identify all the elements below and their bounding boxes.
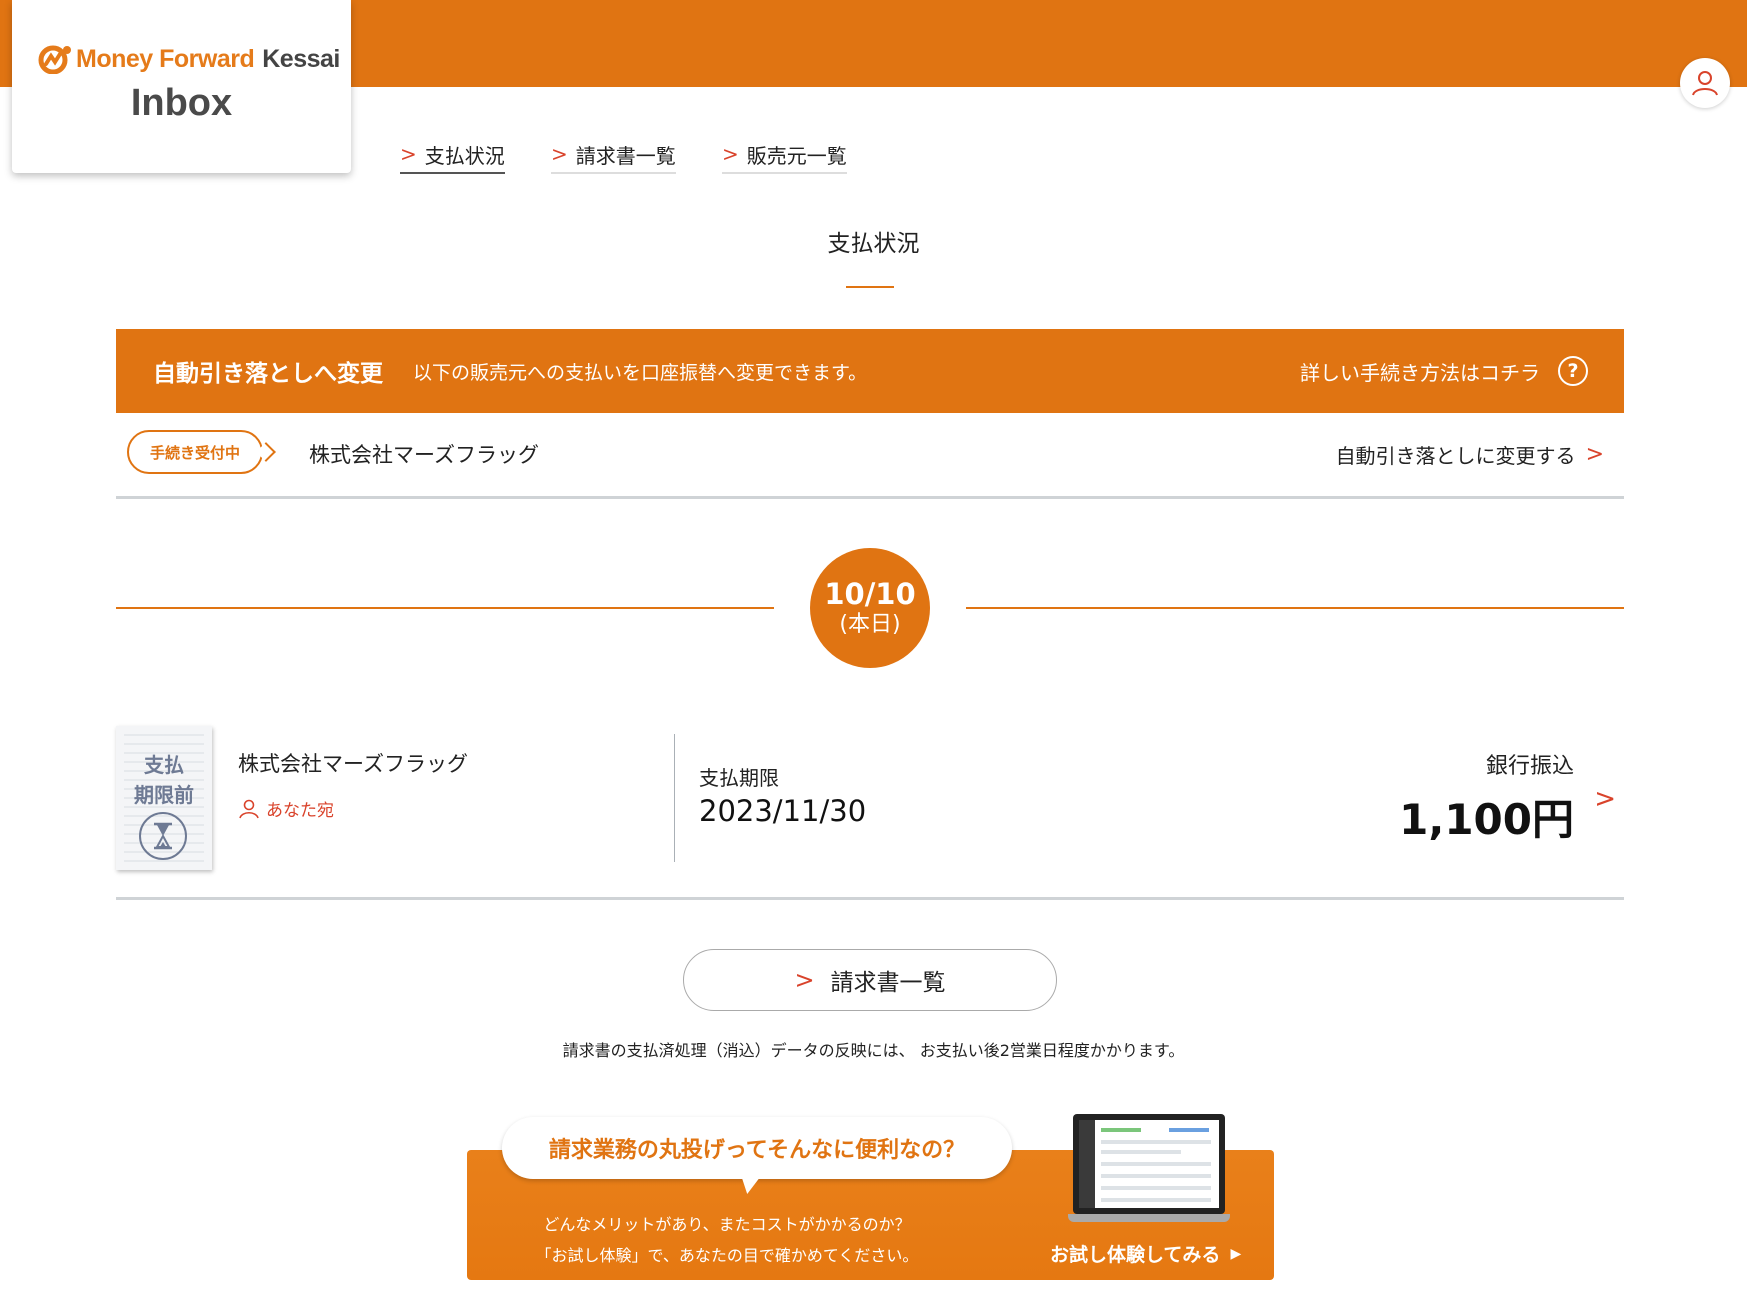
laptop-base xyxy=(1068,1214,1230,1222)
preview-row xyxy=(1101,1174,1211,1178)
brand-money-forward: Money Forward xyxy=(76,44,255,73)
laptop-screen xyxy=(1073,1114,1225,1214)
addressee-label: あなた宛 xyxy=(266,801,334,821)
app-preview-sidebar xyxy=(1079,1120,1095,1208)
banner-description: 以下の販売元への支払いを口座振替へ変更できます。 xyxy=(413,361,868,384)
play-triangle-icon: ▶ xyxy=(1230,1245,1242,1262)
thumbnail-status-line1: 支払 xyxy=(144,753,184,777)
user-menu-button[interactable] xyxy=(1680,58,1730,108)
payment-method: 銀行振込 xyxy=(1485,754,1574,779)
question-circle-icon: ? xyxy=(1558,356,1588,386)
due-date-label: 支払期限 xyxy=(699,766,779,790)
chevron-right-icon: > xyxy=(400,142,417,166)
merchant-name: 株式会社マーズフラッグ xyxy=(309,443,539,467)
money-forward-logo-icon xyxy=(38,45,71,74)
chevron-right-icon: > xyxy=(794,966,815,994)
try-trial-label: お試し体験してみる xyxy=(1050,1244,1221,1266)
person-icon xyxy=(239,799,259,818)
invoice-row[interactable]: 支払 期限前 株式会社マーズフラッグ あなた宛 支払期限 2023/11/30 … xyxy=(116,718,1624,900)
badge-arrow xyxy=(256,442,276,462)
product-name: Inbox xyxy=(130,82,233,124)
chevron-right-icon: > xyxy=(1585,442,1604,467)
today-label: (本日) xyxy=(839,611,901,637)
timeline-line-left xyxy=(116,607,774,609)
preview-row xyxy=(1169,1128,1209,1132)
promo-line-1: どんなメリットがあり、またコストがかかるのか？ xyxy=(543,1215,911,1234)
user-icon xyxy=(1692,71,1718,96)
chevron-right-icon: > xyxy=(1594,784,1616,814)
invoice-merchant-name: 株式会社マーズフラッグ xyxy=(238,752,468,776)
nav-tab-label: 支払状況 xyxy=(424,143,505,168)
preview-row xyxy=(1101,1150,1181,1154)
hourglass-icon xyxy=(139,812,187,860)
procedure-help-link[interactable]: 詳しい手続き方法はコチラ ? xyxy=(1300,329,1588,413)
invoice-list-button[interactable]: > 請求書一覧 xyxy=(683,949,1057,1011)
invoice-list-button-label: 請求書一覧 xyxy=(830,970,946,996)
invoice-amount: 1,100円 xyxy=(1399,795,1574,844)
reconciliation-note: 請求書の支払済処理（消込）データの反映には、 お支払い後2営業日程度かかります。 xyxy=(562,1041,1185,1060)
preview-row xyxy=(1101,1186,1211,1190)
invoice-thumbnail: 支払 期限前 xyxy=(116,726,212,870)
today-date: 10/10 xyxy=(824,576,916,611)
page-title: 支払状況 xyxy=(827,231,920,257)
chevron-right-icon: > xyxy=(551,142,568,166)
status-badge-label: 手続き受付中 xyxy=(149,443,240,462)
thumbnail-status: 支払 期限前 xyxy=(116,750,212,810)
change-to-auto-debit-link[interactable]: 自動引き落としに変更する > xyxy=(1336,440,1604,469)
nav-tab-invoice-list[interactable]: > 請求書一覧 xyxy=(551,140,676,174)
nav-tab-label: 販売元一覧 xyxy=(746,143,847,168)
due-date-value: 2023/11/30 xyxy=(699,794,867,828)
preview-row xyxy=(1101,1198,1211,1202)
title-underline xyxy=(846,286,894,288)
status-badge: 手続き受付中 xyxy=(127,430,276,474)
brand-logo-card[interactable]: Money Forward Kessai Inbox xyxy=(12,0,351,173)
chevron-right-icon: > xyxy=(722,142,739,166)
auto-debit-banner: 自動引き落としへ変更 以下の販売元への支払いを口座振替へ変更できます。 詳しい手… xyxy=(116,329,1624,413)
invoice-addressee: あなた宛 xyxy=(238,796,334,821)
nav-tab-payment-status[interactable]: > 支払状況 xyxy=(400,140,505,174)
preview-row xyxy=(1101,1162,1211,1166)
timeline-line-right xyxy=(966,607,1624,609)
brand-logo: Money Forward Kessai xyxy=(38,42,340,76)
help-link-label: 詳しい手続き方法はコチラ xyxy=(1300,360,1540,385)
nav-tab-label: 請求書一覧 xyxy=(575,143,676,168)
banner-title: 自動引き落としへ変更 xyxy=(153,361,383,387)
nav-tab-merchant-list[interactable]: > 販売元一覧 xyxy=(722,140,847,174)
try-trial-button[interactable]: お試し体験してみる ▶ xyxy=(1050,1240,1241,1267)
today-date-marker: 10/10 (本日) xyxy=(810,548,930,668)
promo-line-2: 「お試し体験」で、あなたの目で確かめてください。 xyxy=(535,1246,919,1265)
promo-headline-bubble: 請求業務の丸投げってそんなに便利なの？ xyxy=(502,1117,1012,1179)
auto-debit-merchant-row: 手続き受付中 株式会社マーズフラッグ 自動引き落としに変更する > xyxy=(116,413,1624,499)
laptop-screenshot-illustration xyxy=(1068,1114,1230,1224)
change-link-label: 自動引き落としに変更する xyxy=(1335,444,1576,468)
preview-row xyxy=(1101,1140,1211,1144)
invoice-divider xyxy=(674,734,675,862)
app-preview xyxy=(1079,1120,1219,1208)
preview-row xyxy=(1101,1128,1141,1132)
thumbnail-status-line2: 期限前 xyxy=(134,783,194,807)
promo-description: どんなメリットがあり、またコストがかかるのか？ 「お試し体験」で、あなたの目で確… xyxy=(467,1209,987,1271)
brand-kessai: Kessai xyxy=(262,44,340,73)
